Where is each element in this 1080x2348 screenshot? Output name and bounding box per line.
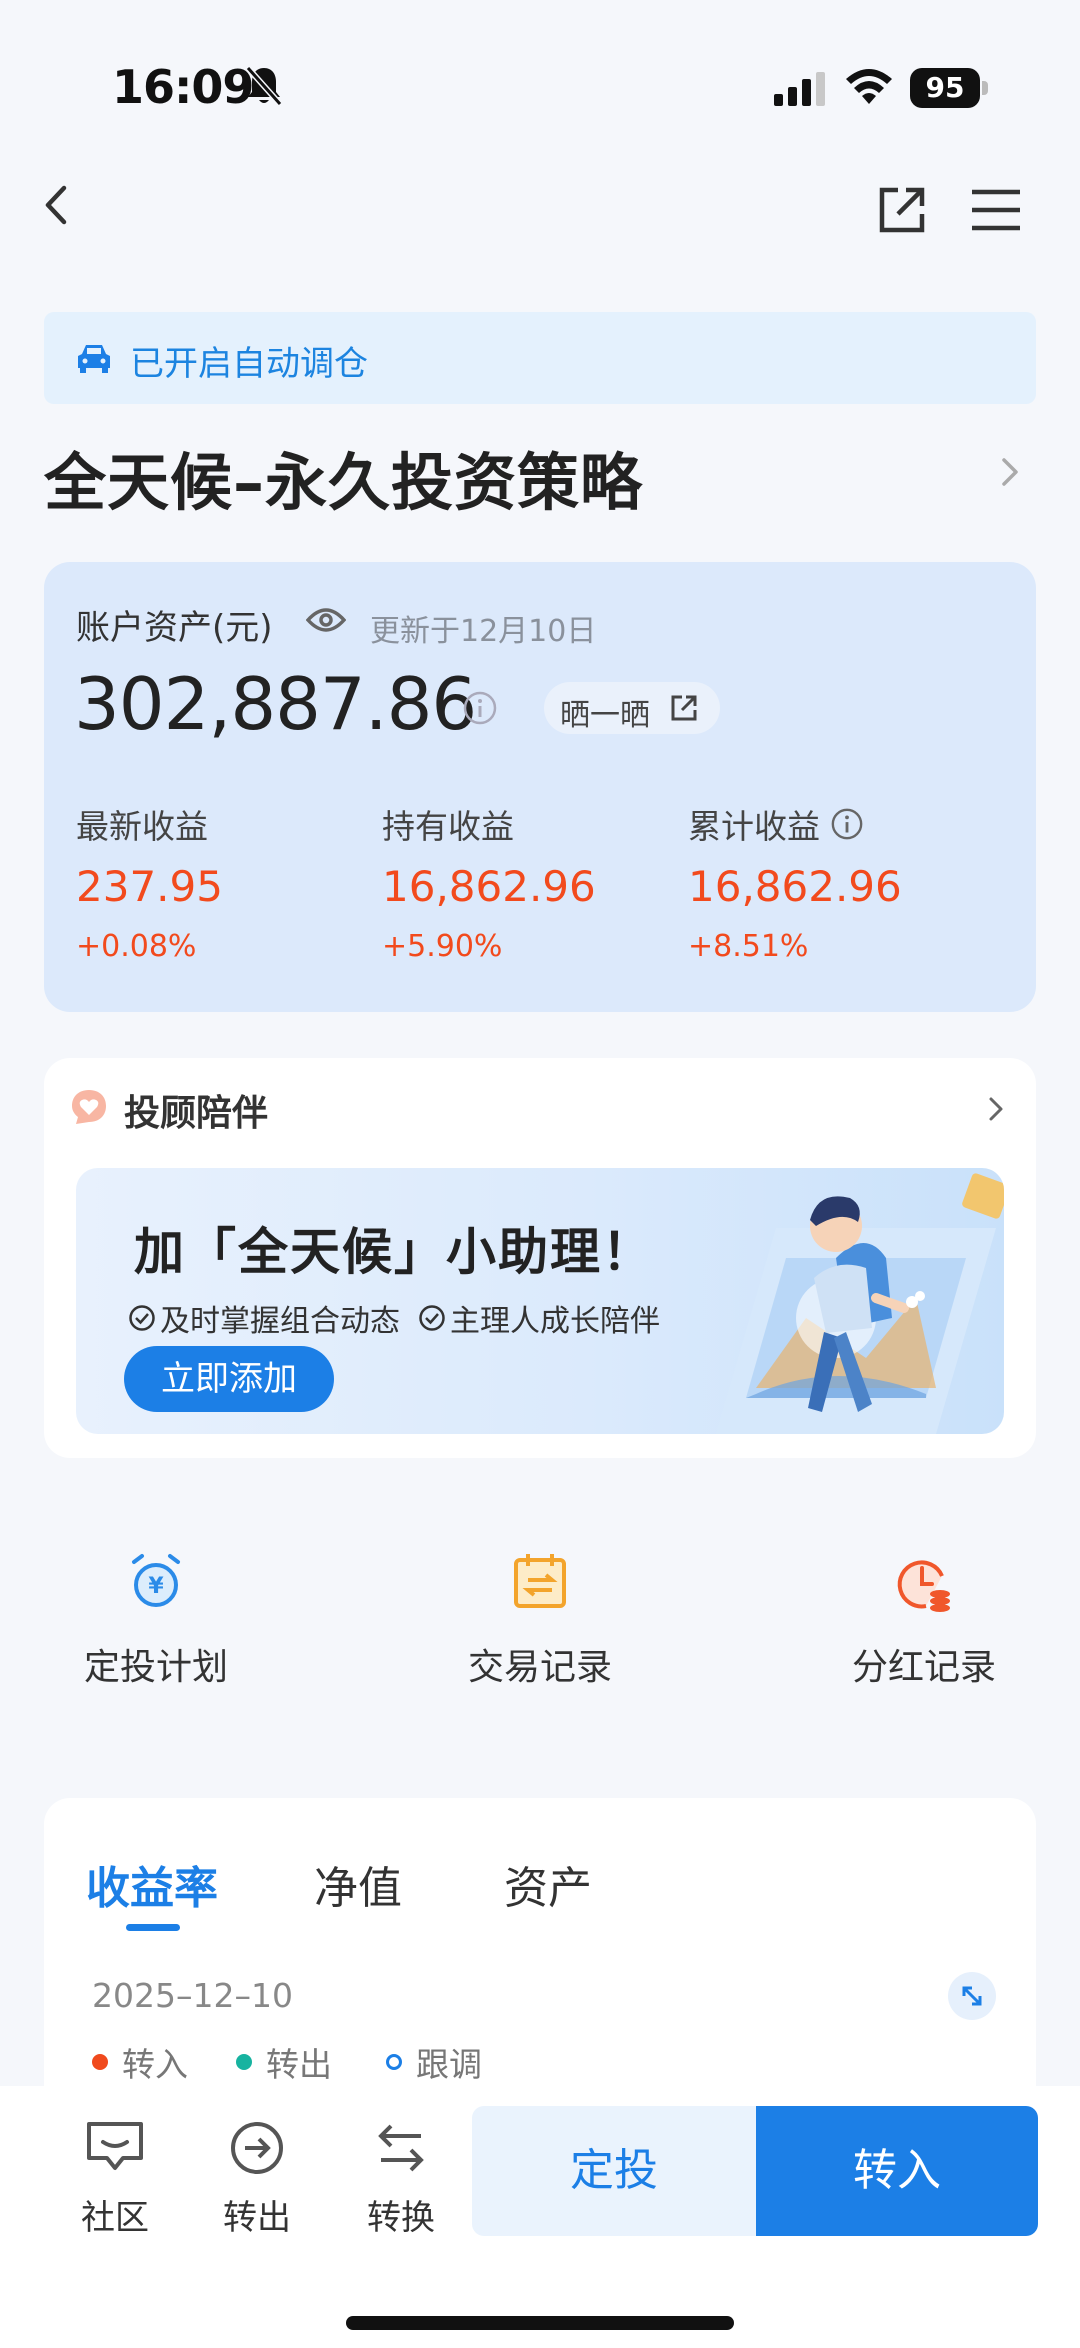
metric-label: 持有收益 [382,807,514,846]
legend-item-out: 转出 [236,2038,332,2086]
chat-icon [87,2122,143,2170]
convert-button[interactable]: 转换 [346,2120,456,2239]
status-time: 16:09 [112,60,254,114]
share-off-button[interactable]: 晒一晒 [544,682,720,734]
page-title: 全天候–永久投资策略 [44,446,644,519]
info-icon[interactable] [830,807,864,841]
transfer-in-button[interactable]: 转入 [756,2106,1038,2236]
update-time: 更新于12月10日 [370,614,597,649]
legend-dot [92,2054,108,2070]
asset-label: 账户资产(元) [76,608,273,648]
quick-action-auto-invest-plan[interactable]: ¥ 定投计划 [26,1550,286,1690]
cellular-signal-icon [774,72,825,106]
check-circle-icon [419,1305,445,1331]
advisor-title: 投顾陪伴 [124,1093,269,1134]
arrow-circle-icon [231,2122,283,2174]
alarm-clock-yen-icon: ¥ [132,1554,180,1607]
metric-label-row: 累计收益 [688,800,902,848]
quick-action-trade-records[interactable]: 交易记录 [410,1550,670,1690]
convert-label: 转换 [367,2198,435,2238]
battery-level: 95 [910,68,980,108]
metric-percent: +8.51% [688,929,809,964]
chevron-right-icon[interactable] [998,454,1022,490]
assistant-promo-banner[interactable]: 加「全天候」小助理！ 及时掌握组合动态 主理人成长陪伴 立即添加 [76,1168,1004,1434]
metric-percent: +5.90% [382,929,503,964]
bell-muted-icon [245,66,283,106]
metric-holding-income: 持有收益 16,862.96 +5.90% [382,800,596,964]
wifi-icon [846,69,892,104]
promo-points: 及时掌握组合动态 主理人成长陪伴 [128,1296,660,1340]
performance-chart-card: 收益率 净值 资产 2025–12–10 转入 转出 跟调 [44,1798,1036,2098]
calendar-transfer-icon [514,1554,566,1608]
swap-icon [378,2124,424,2172]
metric-value: 16,862.96 [688,862,902,911]
expand-button[interactable] [948,1972,996,2020]
quick-action-dividend-records[interactable]: 分红记录 [794,1550,1054,1690]
bottom-action-bar: 社区 转出 转换 定投 转入 [0,2086,1080,2348]
legend-dot [236,2054,252,2070]
promo-point: 主理人成长陪伴 [418,1296,660,1340]
tab-net-value[interactable]: 净值 [314,1852,402,1916]
home-indicator [346,2316,734,2330]
chart-date: 2025–12–10 [92,1976,293,2015]
auto-rebalance-text: 已开启自动调仓 [130,344,368,384]
traveler-illustration [716,1173,1004,1434]
tab-return-rate[interactable]: 收益率 [86,1852,218,1916]
check-circle-icon [129,1305,155,1331]
info-icon[interactable] [462,690,498,726]
transfer-out-label: 转出 [223,2198,291,2238]
community-label: 社区 [81,2198,149,2238]
share-icon[interactable] [876,184,928,236]
clock-coin-icon [897,1560,950,1612]
promo-point: 及时掌握组合动态 [128,1296,400,1340]
eye-icon[interactable] [306,606,346,634]
metric-label: 累计收益 [688,807,820,846]
legend-item-follow: 跟调 [386,2038,482,2086]
asset-value: 302,887.86 [74,662,477,746]
active-tab-indicator [126,1924,180,1931]
add-now-button[interactable]: 立即添加 [124,1346,334,1412]
car-icon [78,345,110,373]
transfer-out-button[interactable]: 转出 [202,2120,312,2239]
external-link-icon [671,695,697,721]
asset-card: 账户资产(元) 更新于12月10日 302,887.86 晒一晒 最新收益 23… [44,562,1036,1012]
metric-latest-income: 最新收益 237.95 +0.08% [76,800,223,964]
auto-rebalance-banner[interactable]: 已开启自动调仓 [44,312,1036,404]
quick-action-label: 交易记录 [467,1647,612,1688]
legend-dot [386,2054,402,2070]
metric-value: 16,862.96 [382,862,596,911]
heart-chat-icon [72,1090,106,1124]
menu-icon[interactable] [970,186,1022,234]
promo-title: 加「全天候」小助理！ [134,1223,654,1281]
metric-cumulative-income: 累计收益 16,862.96 +8.51% [688,800,902,964]
svg-text:¥: ¥ [148,1574,164,1599]
metric-percent: +0.08% [76,929,197,964]
expand-icon [962,1986,982,2006]
legend-item-in: 转入 [92,2038,188,2086]
status-bar: 16:09 95 [0,0,1080,160]
chevron-right-icon[interactable] [986,1094,1006,1124]
metric-label: 最新收益 [76,807,208,846]
auto-invest-button[interactable]: 定投 [472,2106,756,2236]
share-off-label: 晒一晒 [560,698,650,733]
community-button[interactable]: 社区 [60,2120,170,2239]
battery-icon: 95 [910,68,988,108]
quick-action-label: 定投计划 [83,1647,228,1688]
quick-action-label: 分红记录 [851,1647,996,1688]
tab-assets[interactable]: 资产 [504,1852,592,1916]
advisor-card: 投顾陪伴 加「全天候」小助理！ 及时掌握组合动态 主理人成长陪伴 立即添加 [44,1058,1036,1458]
metric-value: 237.95 [76,862,223,911]
back-icon[interactable] [36,180,76,230]
